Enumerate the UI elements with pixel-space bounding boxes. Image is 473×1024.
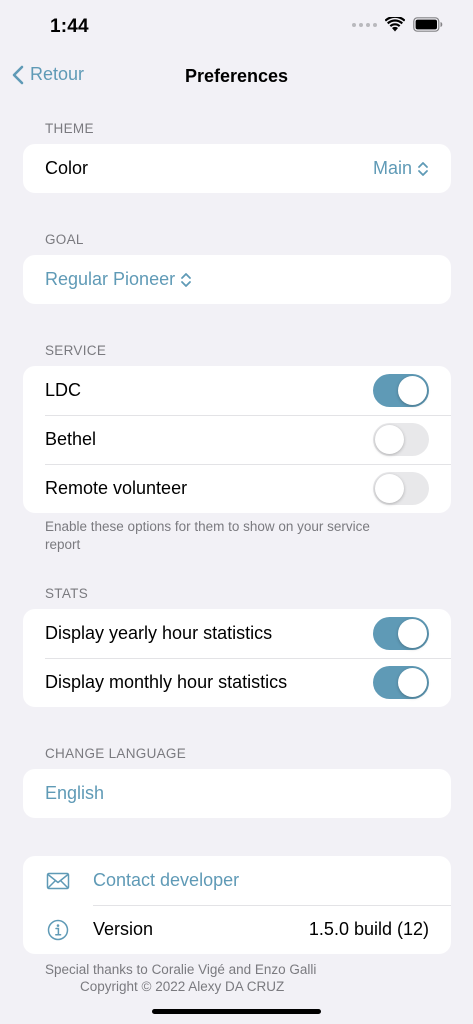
goal-card: Regular Pioneer — [23, 255, 451, 304]
credits-copyright: Copyright © 2022 Alexy DA CRUZ — [80, 979, 285, 994]
stats-row-yearly: Display yearly hour statistics — [23, 609, 451, 658]
info-icon — [45, 919, 71, 941]
chevron-up-down-icon — [418, 161, 428, 176]
battery-icon — [413, 17, 443, 32]
envelope-icon — [45, 872, 71, 890]
home-indicator[interactable] — [152, 1009, 321, 1014]
contact-developer-row[interactable]: Contact developer — [23, 856, 451, 905]
chevron-up-down-icon — [181, 272, 191, 287]
navigation-bar: Retour Preferences — [0, 56, 473, 100]
theme-card: Color Main — [23, 144, 451, 193]
service-row-ldc: LDC — [23, 366, 451, 415]
color-value: Main — [372, 158, 412, 178]
color-label: Color — [45, 158, 89, 178]
section-header-stats: STATS — [45, 586, 89, 601]
service-label-remote-volunteer: Remote volunteer — [45, 478, 188, 498]
version-value: 1.5.0 build (12) — [308, 919, 429, 939]
section-header-goal: GOAL — [45, 232, 84, 247]
contact-developer-label: Contact developer — [93, 870, 240, 890]
status-bar: 1:44 — [0, 0, 473, 54]
service-label-ldc: LDC — [45, 380, 82, 400]
version-label: Version — [93, 919, 154, 939]
stats-row-monthly: Display monthly hour statistics — [23, 658, 451, 707]
goal-picker[interactable]: Regular Pioneer — [45, 269, 192, 290]
stats-label-yearly: Display yearly hour statistics — [45, 623, 273, 643]
toggle-yearly-stats[interactable] — [373, 617, 429, 650]
credits: Special thanks to Coralie Vigé and Enzo … — [0, 961, 473, 995]
goal-row[interactable]: Regular Pioneer — [23, 255, 451, 304]
page-title: Preferences — [184, 66, 289, 86]
status-icons — [352, 17, 443, 32]
language-row[interactable]: English — [23, 769, 451, 818]
toggle-remote-volunteer[interactable] — [373, 472, 429, 505]
toggle-bethel[interactable] — [373, 423, 429, 456]
goal-value: Regular Pioneer — [45, 269, 176, 289]
section-header-language: CHANGE LANGUAGE — [45, 746, 187, 761]
section-header-service: SERVICE — [45, 343, 107, 358]
credits-thanks: Special thanks to Coralie Vigé and Enzo … — [45, 962, 317, 977]
version-row: Version 1.5.0 build (12) — [23, 905, 451, 954]
service-label-bethel: Bethel — [45, 429, 97, 449]
color-picker[interactable]: Main — [373, 158, 429, 179]
service-card: LDC Bethel Remote volunteer — [23, 366, 451, 513]
language-card: English — [23, 769, 451, 818]
stats-card: Display yearly hour statistics Display m… — [23, 609, 451, 707]
section-header-theme: THEME — [45, 121, 94, 136]
toggle-monthly-stats[interactable] — [373, 666, 429, 699]
status-time: 1:44 — [50, 16, 89, 37]
about-card: Contact developer Version 1.5.0 build (1… — [23, 856, 451, 954]
signal-dots-icon — [352, 22, 377, 27]
wifi-icon — [385, 17, 405, 32]
service-footer-note: Enable these options for them to show on… — [45, 519, 370, 552]
language-value: English — [45, 783, 105, 803]
color-row[interactable]: Color Main — [23, 144, 451, 193]
stats-label-monthly: Display monthly hour statistics — [45, 672, 288, 692]
service-row-bethel: Bethel — [23, 415, 451, 464]
service-row-remote-volunteer: Remote volunteer — [23, 464, 451, 513]
toggle-ldc[interactable] — [373, 374, 429, 407]
